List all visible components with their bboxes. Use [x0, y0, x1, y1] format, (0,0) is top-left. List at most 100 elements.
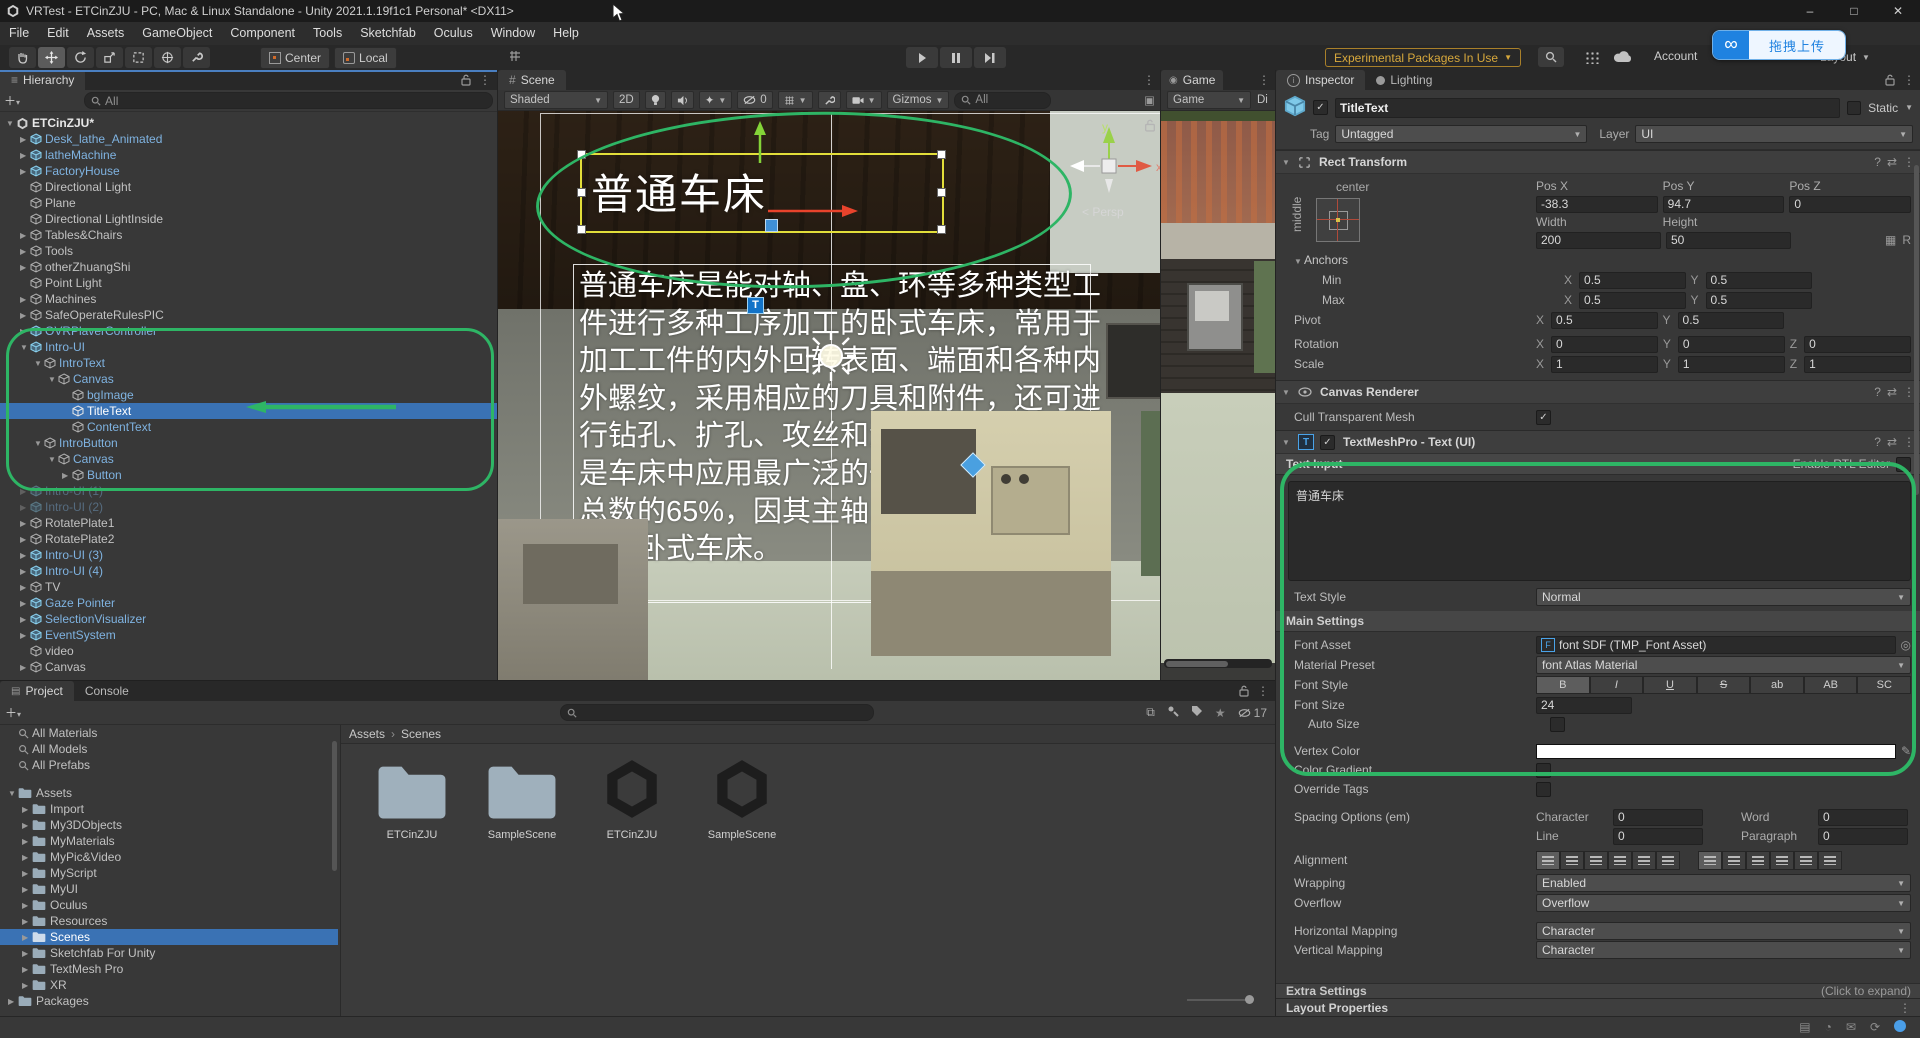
- project-item-import[interactable]: ▶Import: [0, 801, 338, 817]
- search-button[interactable]: [1538, 47, 1564, 67]
- hierarchy-item-canvas[interactable]: ▶Canvas: [0, 659, 497, 675]
- hierarchy-item-intro-ui-4-[interactable]: ▶Intro-UI (4): [0, 563, 497, 579]
- account-dropdown[interactable]: Account: [1654, 49, 1697, 63]
- status-activity-icon[interactable]: [1894, 1020, 1906, 1032]
- menu-window[interactable]: Window: [482, 22, 544, 45]
- tab-inspector[interactable]: iInspector: [1276, 70, 1365, 90]
- favorites-star-icon[interactable]: ★: [1215, 706, 1226, 720]
- align-h-justified-button[interactable]: [1608, 851, 1632, 870]
- game-hscrollbar[interactable]: [1164, 659, 1272, 668]
- rect-tool-button[interactable]: [125, 47, 152, 68]
- width-field[interactable]: 200: [1536, 232, 1661, 249]
- maximize-button[interactable]: □: [1832, 0, 1876, 22]
- project-item-mypic-video[interactable]: ▶MyPic&Video: [0, 849, 338, 865]
- hierarchy-item-gaze-pointer[interactable]: ▶Gaze Pointer: [0, 595, 497, 611]
- inspector-scrollbar[interactable]: [1914, 165, 1919, 495]
- line-spacing-field[interactable]: 0: [1613, 828, 1703, 845]
- kebab-menu-icon[interactable]: ⋮: [1903, 73, 1915, 87]
- tab-game[interactable]: ◉Game: [1161, 70, 1223, 90]
- project-item-all-materials[interactable]: All Materials: [0, 725, 338, 741]
- vertex-color-swatch[interactable]: [1536, 744, 1896, 759]
- orientation-gizmo[interactable]: y x < Persp: [1058, 119, 1161, 229]
- minimize-button[interactable]: –: [1788, 0, 1832, 22]
- asset-samplescene-folder[interactable]: SampleScene: [475, 762, 569, 841]
- step-button[interactable]: [974, 47, 1006, 68]
- gizmos-dropdown[interactable]: Gizmos▼: [887, 91, 950, 109]
- tab-project[interactable]: ▤Project: [0, 681, 74, 701]
- menu-file[interactable]: File: [0, 22, 38, 45]
- eyedropper-icon[interactable]: ✎: [1901, 744, 1911, 758]
- project-item-scenes[interactable]: ▶Scenes: [0, 929, 338, 945]
- close-button[interactable]: ✕: [1876, 0, 1920, 22]
- project-search-input[interactable]: [560, 704, 874, 721]
- menu-tools[interactable]: Tools: [304, 22, 351, 45]
- scene-lighting-toggle[interactable]: [645, 91, 666, 109]
- project-item-mymaterials[interactable]: ▶MyMaterials: [0, 833, 338, 849]
- hierarchy-item-rotateplate2[interactable]: ▶RotatePlate2: [0, 531, 497, 547]
- vertical-mapping-dropdown[interactable]: Character▼: [1536, 941, 1911, 959]
- hierarchy-item-factoryhouse[interactable]: ▶FactoryHouse: [0, 163, 497, 179]
- rotation-z[interactable]: 0: [1804, 336, 1911, 353]
- hierarchy-item-etcinzju-[interactable]: ▼ETCinZJU*: [0, 115, 497, 131]
- asset-etcinzju-scene[interactable]: ETCinZJU: [585, 756, 679, 841]
- anchors-foldout[interactable]: Anchors: [1304, 253, 1348, 267]
- pivot-y[interactable]: 0.5: [1678, 312, 1784, 329]
- height-field[interactable]: 50: [1666, 232, 1791, 249]
- anchor-min-x[interactable]: 0.5: [1579, 272, 1685, 289]
- kebab-menu-icon[interactable]: ⋮: [1258, 73, 1270, 87]
- display-dropdown[interactable]: Game▼: [1167, 91, 1251, 109]
- open-in-new-icon[interactable]: ⧉: [1146, 705, 1155, 720]
- cull-transparent-mesh-checkbox[interactable]: ✓: [1536, 410, 1551, 425]
- hierarchy-item-tables-chairs[interactable]: ▶Tables&Chairs: [0, 227, 497, 243]
- scale-tool-button[interactable]: [96, 47, 123, 68]
- hierarchy-item-introbutton[interactable]: ▼IntroButton: [0, 435, 497, 451]
- character-spacing-field[interactable]: 0: [1613, 809, 1703, 826]
- tab-hierarchy[interactable]: ≡Hierarchy: [0, 70, 85, 90]
- scale-x[interactable]: 1: [1551, 356, 1658, 373]
- pos-x-field[interactable]: -38.3: [1536, 196, 1658, 213]
- game-viewport[interactable]: [1161, 111, 1276, 680]
- object-picker-icon[interactable]: ◎: [1901, 638, 1911, 652]
- menu-assets[interactable]: Assets: [78, 22, 134, 45]
- hierarchy-item-button[interactable]: ▶Button: [0, 467, 497, 483]
- font-size-field[interactable]: 24: [1536, 697, 1632, 714]
- pivot-x[interactable]: 0.5: [1551, 312, 1657, 329]
- hierarchy-item-intro-ui-1-[interactable]: ▶Intro-UI (1): [0, 483, 497, 499]
- pause-button[interactable]: [940, 47, 972, 68]
- project-item-xr[interactable]: ▶XR: [0, 977, 338, 993]
- component-tools-button[interactable]: [818, 91, 841, 109]
- scene-viewport[interactable]: 普通车床是能对轴、盘、环等多种类型工 件进行多种工序加工的卧式车床，常用于 加工…: [498, 111, 1161, 680]
- kebab-menu-icon[interactable]: ⋮: [1143, 73, 1155, 87]
- project-item-resources[interactable]: ▶Resources: [0, 913, 338, 929]
- anchor-max-y[interactable]: 0.5: [1706, 292, 1812, 309]
- help-icon[interactable]: ?: [1874, 385, 1881, 399]
- font-style-u-button[interactable]: U: [1643, 676, 1697, 694]
- lock-icon[interactable]: [1239, 685, 1249, 697]
- align-h-right-button[interactable]: [1584, 851, 1608, 870]
- presets-icon[interactable]: ⇄: [1887, 385, 1897, 399]
- hierarchy-item-intro-ui[interactable]: ▼Intro-UI: [0, 339, 497, 355]
- hierarchy-item-contenttext[interactable]: ContentText: [0, 419, 497, 435]
- project-item-myscript[interactable]: ▶MyScript: [0, 865, 338, 881]
- hierarchy-item-directional-light[interactable]: Directional Light: [0, 179, 497, 195]
- lock-icon[interactable]: [1885, 74, 1895, 86]
- status-refresh-icon[interactable]: ⟳: [1870, 1020, 1880, 1034]
- active-checkbox[interactable]: ✓: [1313, 100, 1328, 115]
- scene-audio-toggle[interactable]: [671, 91, 694, 109]
- align-v-midline-button[interactable]: [1794, 851, 1818, 870]
- rotation-y[interactable]: 0: [1678, 336, 1785, 353]
- create-object-button[interactable]: ＋▾: [4, 92, 20, 109]
- override-tags-checkbox[interactable]: [1536, 782, 1551, 797]
- extra-settings-foldout[interactable]: Extra Settings (Click to expand): [1276, 983, 1920, 998]
- grid-snap-button[interactable]: [508, 49, 522, 66]
- hierarchy-item-safeoperaterulespic[interactable]: ▶SafeOperateRulesPIC: [0, 307, 497, 323]
- align-v-capline-button[interactable]: [1818, 851, 1842, 870]
- create-asset-button[interactable]: ＋▾: [5, 704, 21, 721]
- help-icon[interactable]: ?: [1874, 435, 1881, 449]
- menu-help[interactable]: Help: [544, 22, 588, 45]
- auto-size-checkbox[interactable]: [1550, 717, 1565, 732]
- status-package-icon[interactable]: ▤: [1799, 1020, 1810, 1034]
- font-asset-field[interactable]: Ffont SDF (TMP_Font Asset): [1536, 636, 1896, 654]
- hierarchy-item-lathemachine[interactable]: ▶latheMachine: [0, 147, 497, 163]
- font-style-sc-button[interactable]: SC: [1857, 676, 1911, 694]
